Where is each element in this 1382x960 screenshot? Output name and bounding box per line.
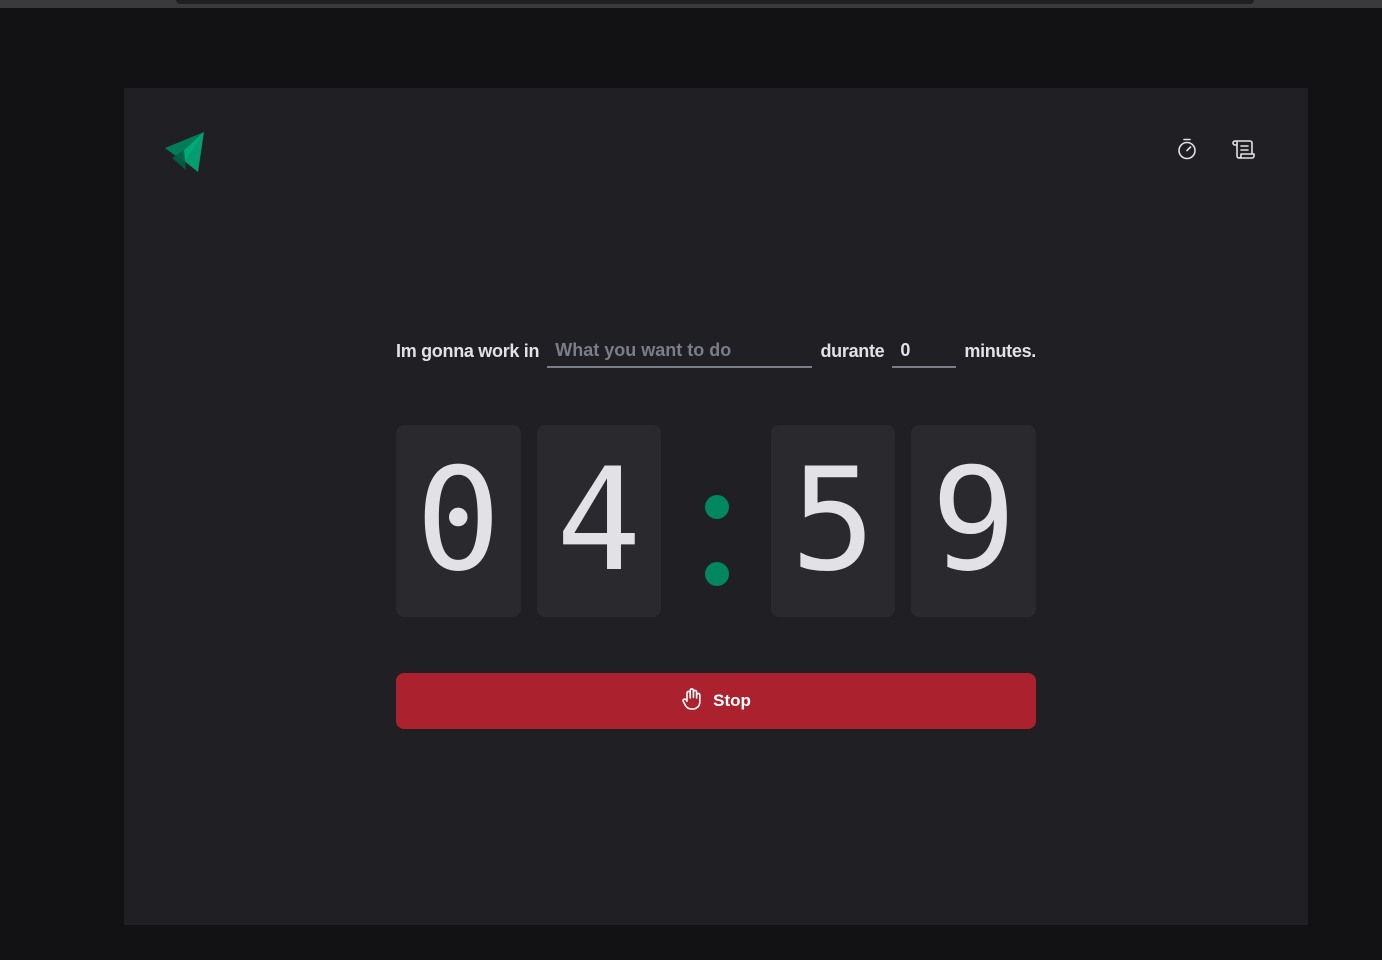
task-form: Im gonna work in durante minutes. [396,334,1036,368]
minutes-tens-digit: 0 [396,425,521,617]
duration-label: durante [820,340,885,361]
browser-chrome-strip [0,0,1382,8]
seconds-ones-digit: 9 [911,425,1037,617]
countdown-separator [677,425,755,617]
task-label: Im gonna work in [396,340,540,361]
hand-palm-icon [681,687,703,716]
minutes-ones-digit: 4 [536,425,662,617]
task-input[interactable] [547,334,813,368]
seconds-tens-digit: 5 [770,425,896,617]
browser-address-bar [176,0,1254,4]
stop-button-label: Stop [713,691,751,710]
header-nav [1174,138,1256,164]
minutes-suffix: minutes. [964,340,1036,361]
app-container: Im gonna work in durante minutes. 0 4 5 … [124,88,1308,925]
timer-nav-button[interactable] [1174,138,1200,164]
countdown: 0 4 5 9 [396,425,1037,617]
history-nav-button[interactable] [1230,138,1256,164]
scroll-icon [1230,137,1256,166]
logo-icon [164,132,206,174]
minutes-input[interactable] [892,334,957,368]
timer-icon [1175,137,1199,166]
separator-dot [705,562,730,586]
separator-dot [705,495,730,519]
stop-button[interactable]: Stop [396,673,1036,729]
